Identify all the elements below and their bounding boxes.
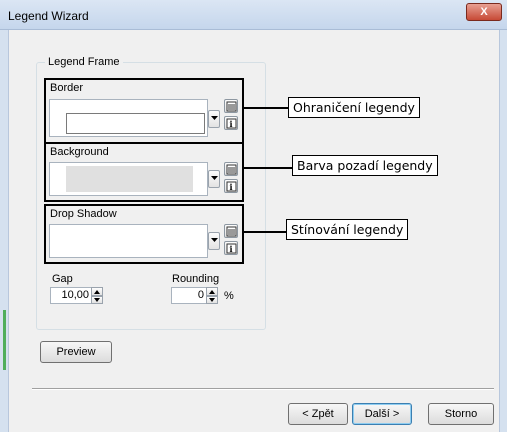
window-title: Legend Wizard <box>8 9 89 23</box>
spin-down-icon <box>94 298 100 302</box>
legend-frame-title: Legend Frame <box>45 56 123 68</box>
border-properties-button[interactable] <box>224 99 238 113</box>
background-info-button[interactable]: i <box>224 179 238 193</box>
border-symbol-preview <box>66 113 205 134</box>
border-callout-line <box>244 107 288 109</box>
background-properties-button[interactable] <box>224 162 238 176</box>
border-label: Border <box>50 82 84 94</box>
footer-separator <box>32 388 494 390</box>
svg-text:i: i <box>230 182 233 192</box>
window-right-edge <box>500 30 507 432</box>
border-info-button[interactable]: i <box>224 116 238 130</box>
symbol-info-icon: i <box>226 243 237 254</box>
shadow-symbol-combo[interactable] <box>49 224 208 258</box>
symbol-info-icon: i <box>226 181 237 192</box>
symbol-info-icon: i <box>226 118 237 129</box>
spin-down-icon <box>209 298 215 302</box>
background-callout-line <box>244 167 292 169</box>
chevron-down-icon <box>211 176 218 180</box>
next-button[interactable]: Další > <box>352 403 412 425</box>
chevron-down-icon <box>211 238 218 242</box>
shadow-label: Drop Shadow <box>50 208 117 220</box>
shadow-dropdown-button[interactable] <box>208 232 220 250</box>
window-left-edge <box>0 30 8 432</box>
rounding-spin-up[interactable] <box>206 287 218 296</box>
background-callout: Barva pozadí legendy <box>292 155 438 176</box>
rounding-input[interactable]: 0 <box>171 287 207 304</box>
border-callout: Ohraničení legendy <box>288 97 420 118</box>
rounding-label: Rounding <box>172 273 220 285</box>
gap-label: Gap <box>52 273 73 285</box>
symbol-properties-icon <box>226 164 237 175</box>
background-symbol-combo[interactable] <box>49 162 208 196</box>
cancel-button[interactable]: Storno <box>428 403 494 425</box>
rounding-unit: % <box>224 290 234 302</box>
shadow-callout: Stínování legendy <box>286 219 409 240</box>
gap-input[interactable]: 10,00 <box>50 287 92 304</box>
close-button[interactable]: X <box>466 3 502 21</box>
svg-text:i: i <box>230 119 233 129</box>
spin-up-icon <box>94 290 100 294</box>
spin-up-icon <box>209 290 215 294</box>
shadow-callout-line <box>244 231 286 233</box>
shadow-properties-button[interactable] <box>224 224 238 238</box>
back-button[interactable]: < Zpět <box>288 403 348 425</box>
border-symbol-combo[interactable] <box>49 99 208 137</box>
svg-text:i: i <box>230 244 233 254</box>
background-label: Background <box>50 146 109 158</box>
symbol-properties-icon <box>226 101 237 112</box>
shadow-info-button[interactable]: i <box>224 241 238 255</box>
gap-spin-up[interactable] <box>91 287 103 296</box>
background-symbol-preview <box>66 166 193 192</box>
gap-spin-down[interactable] <box>91 296 103 304</box>
chevron-down-icon <box>211 116 218 120</box>
background-dropdown-button[interactable] <box>208 170 220 188</box>
border-dropdown-button[interactable] <box>208 110 220 128</box>
symbol-properties-icon <box>226 226 237 237</box>
rounding-spin-down[interactable] <box>206 296 218 304</box>
preview-button[interactable]: Preview <box>40 341 112 363</box>
